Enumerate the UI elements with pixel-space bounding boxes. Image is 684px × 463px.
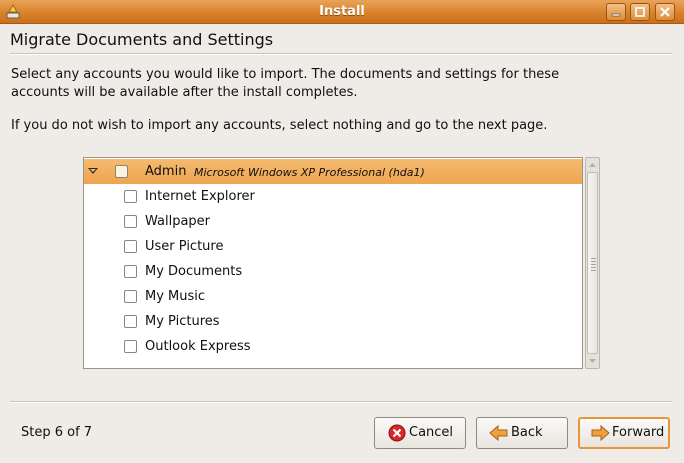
item-label: Internet Explorer (145, 189, 255, 204)
item-label: My Pictures (145, 314, 220, 329)
scrollbar-thumb[interactable] (587, 172, 598, 354)
cancel-icon (388, 424, 406, 442)
item-checkbox[interactable] (124, 290, 137, 303)
expander-arrow-fill (90, 169, 96, 172)
minimize-icon (611, 13, 621, 17)
forward-button[interactable]: Forward (578, 417, 670, 449)
scroll-down-icon[interactable] (587, 355, 598, 367)
item-checkbox[interactable] (124, 240, 137, 253)
list-item[interactable]: Wallpaper (84, 209, 582, 234)
list-item[interactable]: My Music (84, 284, 582, 309)
arrow-right-icon (591, 424, 610, 442)
hint-text: If you do not wish to import any account… (11, 118, 548, 133)
cancel-button[interactable]: Cancel (374, 417, 466, 449)
close-button[interactable] (655, 3, 675, 21)
maximize-icon (635, 7, 645, 17)
arrow-left-icon (489, 424, 508, 442)
vertical-scrollbar[interactable] (585, 157, 600, 369)
list-item[interactable]: My Pictures (84, 309, 582, 334)
forward-label: Forward (612, 425, 665, 440)
item-checkbox[interactable] (124, 340, 137, 353)
account-tree[interactable]: Admin Microsoft Windows XP Professional … (83, 157, 583, 369)
maximize-button[interactable] (630, 3, 650, 21)
page-title: Migrate Documents and Settings (10, 30, 274, 49)
item-label: My Music (145, 289, 206, 304)
divider (10, 53, 672, 55)
title-bar[interactable]: Install (0, 0, 684, 24)
account-row-admin[interactable]: Admin Microsoft Windows XP Professional … (84, 159, 582, 184)
divider (10, 401, 672, 403)
back-label: Back (511, 425, 543, 440)
back-button[interactable]: Back (476, 417, 568, 449)
cancel-label: Cancel (409, 425, 454, 440)
item-checkbox[interactable] (124, 215, 137, 228)
grip-icon (591, 258, 596, 272)
item-label: My Documents (145, 264, 243, 279)
item-label: Outlook Express (145, 339, 251, 354)
account-name: Admin (145, 164, 187, 179)
step-indicator: Step 6 of 7 (21, 425, 93, 440)
account-checkbox[interactable] (115, 165, 128, 178)
list-item[interactable]: My Documents (84, 259, 582, 284)
description-text: Select any accounts you would like to im… (11, 67, 560, 100)
close-icon (660, 7, 670, 17)
item-checkbox[interactable] (124, 315, 137, 328)
scroll-up-icon[interactable] (587, 159, 598, 171)
item-checkbox[interactable] (124, 190, 137, 203)
item-label: Wallpaper (145, 214, 211, 229)
minimize-button[interactable] (606, 3, 626, 21)
window-title: Install (319, 4, 365, 19)
item-label: User Picture (145, 239, 224, 254)
list-item[interactable]: User Picture (84, 234, 582, 259)
item-checkbox[interactable] (124, 265, 137, 278)
list-item[interactable]: Outlook Express (84, 334, 582, 359)
list-item[interactable]: Internet Explorer (84, 184, 582, 209)
account-os: Microsoft Windows XP Professional (hda1) (194, 166, 425, 179)
